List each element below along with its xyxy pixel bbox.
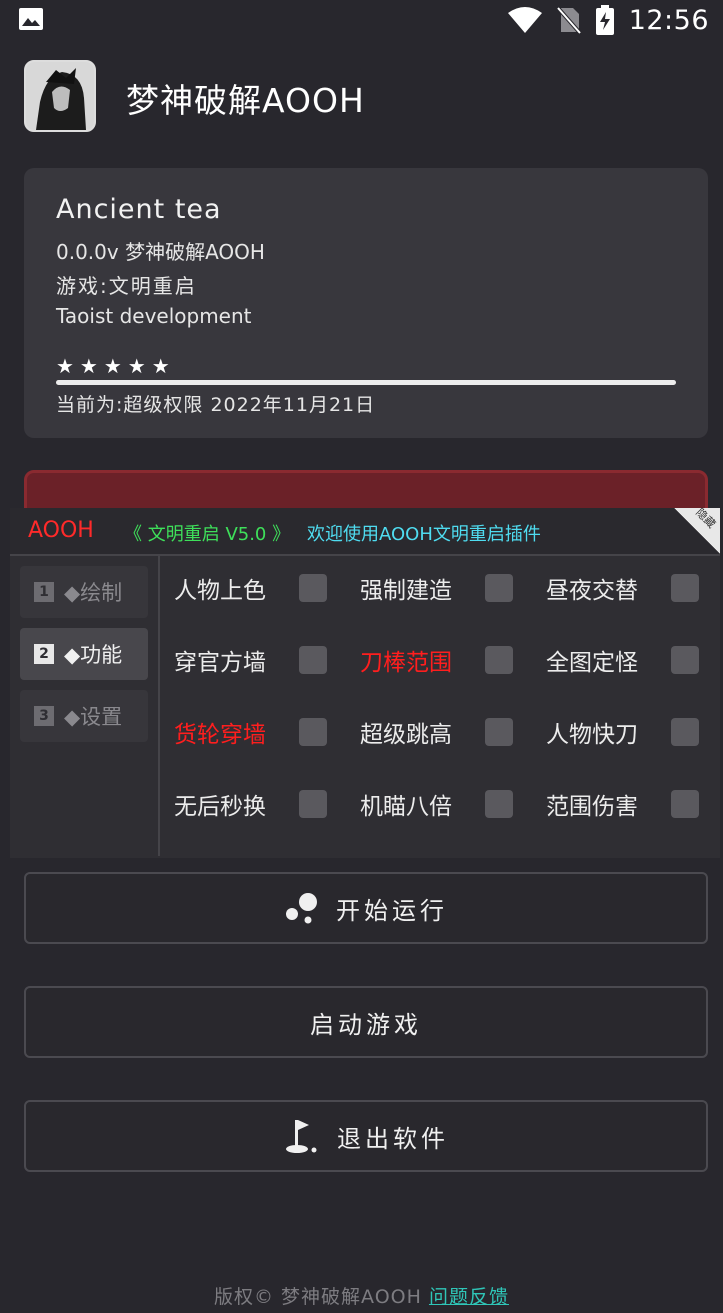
progress-fill (56, 380, 676, 385)
option-item[interactable]: 强制建造 (360, 566, 530, 610)
option-item[interactable]: 无后秒换 (174, 782, 344, 826)
option-label: 穿官方墙 (174, 650, 266, 676)
battery-charging-icon (595, 5, 614, 35)
option-item[interactable]: 昼夜交替 (546, 566, 716, 610)
panel-divider (158, 556, 160, 856)
game-line: 游戏:文明重启 (56, 274, 197, 298)
option-item[interactable]: 范围伤害 (546, 782, 716, 826)
rating-stars: ★★★★★ (56, 354, 176, 378)
status-bar: 12:56 (0, 0, 723, 40)
plugin-brand: AOOH (28, 518, 94, 543)
option-item[interactable]: 穿官方墙 (174, 638, 344, 682)
option-checkbox[interactable] (485, 718, 513, 746)
app-name: Ancient tea (56, 194, 222, 225)
footer: 版权© 梦神破解AOOH 问题反馈 (0, 1282, 723, 1309)
option-checkbox[interactable] (299, 718, 327, 746)
option-label: 全图定怪 (546, 650, 638, 676)
golf-flag-icon (283, 1116, 321, 1156)
hide-panel-button[interactable]: 隐藏 (674, 505, 720, 554)
option-label: 刀棒范围 (360, 650, 452, 676)
hide-label: 隐藏 (693, 505, 719, 531)
image-icon (19, 8, 43, 30)
info-card: Ancient tea 0.0.0v 梦神破解AOOH 游戏:文明重启 Taoi… (24, 168, 708, 438)
option-label: 昼夜交替 (546, 578, 638, 604)
option-item[interactable]: 刀棒范围 (360, 638, 530, 682)
option-label: 人物快刀 (546, 722, 638, 748)
option-item[interactable]: 货轮穿墙 (174, 710, 344, 754)
option-label: 货轮穿墙 (174, 722, 266, 748)
plugin-welcome: 欢迎使用AOOH文明重启插件 (307, 524, 541, 545)
start-button[interactable]: 开始运行 (24, 872, 708, 944)
option-checkbox[interactable] (671, 646, 699, 674)
tab-draw[interactable]: 1 ◆绘制 (20, 566, 148, 618)
option-item[interactable]: 人物快刀 (546, 710, 716, 754)
app-header: 梦神破解AOOH (24, 60, 704, 132)
progress-bar (56, 380, 676, 385)
option-label: 人物上色 (174, 578, 266, 604)
avatar-image (26, 62, 94, 130)
option-label: 强制建造 (360, 578, 452, 604)
version-line: 0.0.0v 梦神破解AOOH (56, 240, 265, 264)
option-checkbox[interactable] (671, 574, 699, 602)
start-label: 开始运行 (336, 896, 448, 925)
dots-icon (284, 892, 320, 924)
launch-game-button[interactable]: 启动游戏 (24, 986, 708, 1058)
no-sim-icon (556, 6, 581, 34)
option-label: 超级跳高 (360, 722, 452, 748)
tab-label: ◆绘制 (64, 581, 123, 605)
option-item[interactable]: 人物上色 (174, 566, 344, 610)
option-label: 机瞄八倍 (360, 794, 452, 820)
copyright-text: 版权© 梦神破解AOOH (214, 1286, 429, 1308)
developer-line: Taoist development (56, 304, 252, 328)
option-checkbox[interactable] (485, 574, 513, 602)
tab-function[interactable]: 2 ◆功能 (20, 628, 148, 680)
option-checkbox[interactable] (671, 790, 699, 818)
tab-number: 3 (34, 706, 54, 726)
app-title: 梦神破解AOOH (126, 81, 365, 120)
option-item[interactable]: 超级跳高 (360, 710, 530, 754)
permission-line: 当前为:超级权限 2022年11月21日 (56, 394, 376, 416)
tab-number: 1 (34, 582, 54, 602)
avatar[interactable] (24, 60, 96, 132)
tab-label: ◆设置 (64, 705, 123, 729)
option-item[interactable]: 机瞄八倍 (360, 782, 530, 826)
tab-label: ◆功能 (64, 643, 123, 667)
option-item[interactable]: 全图定怪 (546, 638, 716, 682)
option-checkbox[interactable] (299, 574, 327, 602)
option-label: 范围伤害 (546, 794, 638, 820)
option-checkbox[interactable] (485, 646, 513, 674)
tab-settings[interactable]: 3 ◆设置 (20, 690, 148, 742)
plugin-tabs: 1 ◆绘制 2 ◆功能 3 ◆设置 (20, 566, 148, 752)
plugin-version: 《 文明重启 V5.0 》 (124, 524, 291, 545)
feedback-link[interactable]: 问题反馈 (429, 1286, 509, 1308)
tab-number: 2 (34, 644, 54, 664)
clock: 12:56 (628, 4, 709, 36)
exit-label: 退出软件 (337, 1124, 449, 1153)
option-checkbox[interactable] (299, 790, 327, 818)
exit-button[interactable]: 退出软件 (24, 1100, 708, 1172)
launch-label: 启动游戏 (310, 1010, 422, 1039)
option-checkbox[interactable] (671, 718, 699, 746)
option-checkbox[interactable] (485, 790, 513, 818)
option-label: 无后秒换 (174, 794, 266, 820)
plugin-panel: AOOH 《 文明重启 V5.0 》 欢迎使用AOOH文明重启插件 隐藏 1 ◆… (10, 505, 720, 858)
plugin-title-bar[interactable]: AOOH 《 文明重启 V5.0 》 欢迎使用AOOH文明重启插件 隐藏 (10, 505, 720, 556)
wifi-icon (507, 7, 542, 33)
option-checkbox[interactable] (299, 646, 327, 674)
